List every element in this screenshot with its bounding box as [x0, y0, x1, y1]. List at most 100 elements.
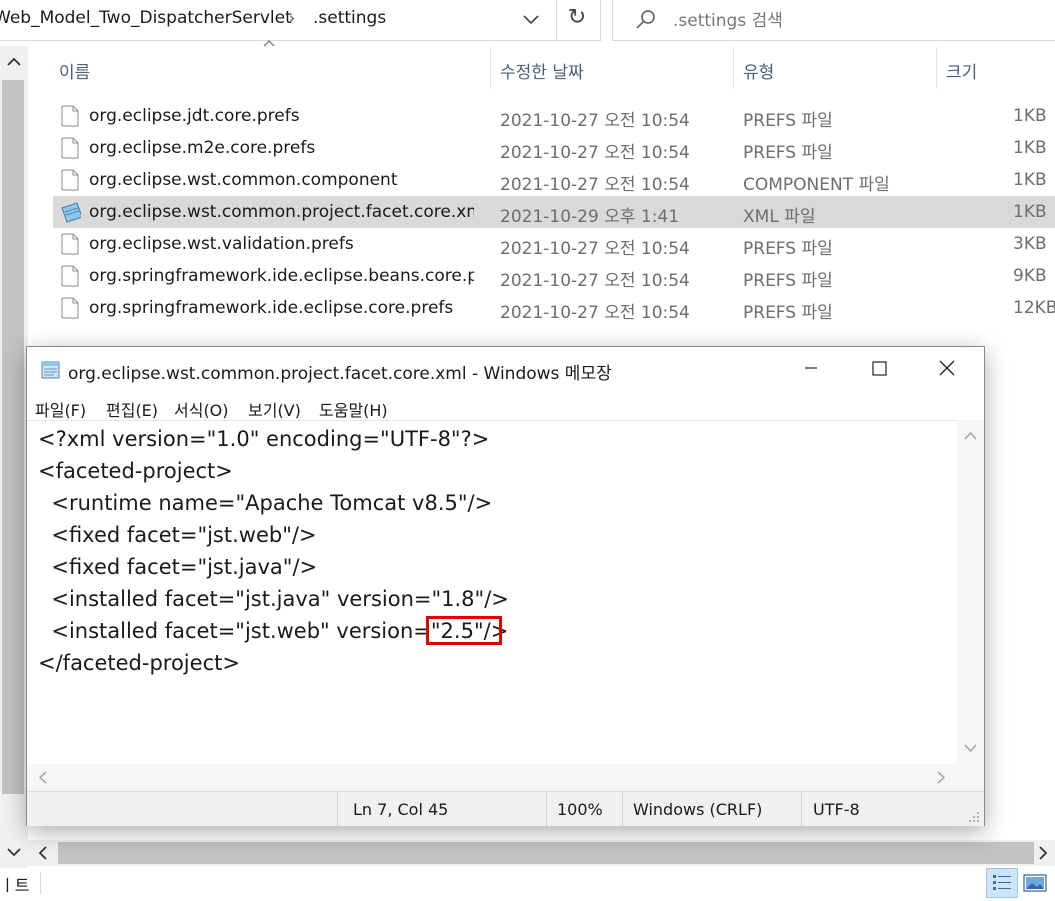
scroll-right-icon[interactable] — [929, 764, 953, 791]
minimize-button[interactable] — [777, 347, 845, 389]
scroll-right-icon[interactable] — [1034, 844, 1052, 862]
column-label: 이름 — [59, 63, 91, 83]
menu-view[interactable]: 보기(V) — [248, 397, 301, 421]
file-name: org.eclipse.wst.validation.prefs — [89, 234, 354, 254]
address-folder[interactable]: .settings — [313, 8, 386, 28]
file-row[interactable]: org.springframework.ide.eclipse.core.pre… — [53, 292, 1055, 324]
scrollbar-thumb[interactable] — [2, 80, 24, 794]
close-button[interactable] — [913, 347, 981, 389]
file-modified: 2021-10-27 오전 10:54 — [500, 143, 690, 163]
file-row[interactable]: org.eclipse.wst.common.component 2021-10-… — [53, 164, 1055, 196]
text-line: <fixed facet="jst.java"/> — [38, 555, 318, 579]
search-input[interactable] — [671, 6, 1045, 36]
file-name: org.eclipse.m2e.core.prefs — [89, 138, 316, 158]
column-label: 수정한 날짜 — [500, 63, 584, 83]
text-editor[interactable]: <?xml version="1.0" encoding="UTF-8"?> <… — [27, 420, 957, 765]
file-row[interactable]: org.eclipse.wst.validation.prefs 2021-10-… — [53, 228, 1055, 260]
notepad-icon — [41, 361, 60, 379]
address-path[interactable]: Web_Model_Two_DispatcherServlet — [0, 8, 292, 28]
resize-grip-icon[interactable] — [967, 810, 981, 824]
menu-format[interactable]: 서식(O) — [174, 397, 229, 421]
menu-help[interactable]: 도움말(H) — [319, 397, 388, 421]
file-row[interactable]: org.eclipse.m2e.core.prefs 2021-10-27 오전 … — [53, 132, 1055, 164]
file-modified: 2021-10-27 오전 10:54 — [500, 271, 690, 291]
file-icon — [61, 169, 79, 191]
text-line: <runtime name="Apache Tomcat v8.5"/> — [38, 491, 493, 515]
file-type: PREFS 파일 — [743, 143, 833, 163]
column-label: 유형 — [743, 63, 775, 83]
notepad-status-bar: Ln 7, Col 45 100% Windows (CRLF) UTF-8 — [27, 791, 984, 826]
divider — [546, 792, 547, 826]
file-modified: 2021-10-27 오전 10:54 — [500, 239, 690, 259]
search-icon — [636, 10, 655, 29]
encoding: UTF-8 — [813, 800, 860, 819]
column-header-type[interactable]: 유형 — [734, 47, 936, 89]
file-modified: 2021-10-27 오전 10:54 — [500, 111, 690, 131]
scroll-up-icon[interactable] — [4, 52, 24, 72]
text-line: <?xml version="1.0" encoding="UTF-8"?> — [38, 427, 490, 451]
column-header-size[interactable]: 크기 — [937, 47, 1055, 89]
vertical-scrollbar[interactable] — [0, 46, 28, 868]
breadcrumb-separator-icon[interactable]: › — [289, 9, 295, 27]
file-type: XML 파일 — [743, 207, 816, 227]
zoom-level: 100% — [557, 800, 603, 819]
maximize-button[interactable] — [845, 347, 913, 389]
chevron-down-icon[interactable] — [516, 6, 546, 34]
file-name: org.springframework.ide.eclipse.beans.co… — [89, 266, 474, 286]
file-icon — [61, 265, 79, 287]
editor-horizontal-scrollbar[interactable] — [27, 764, 957, 791]
scrollbar-thumb[interactable] — [58, 842, 1034, 864]
file-modified: 2021-10-27 오전 10:54 — [500, 175, 690, 195]
minimize-icon — [805, 367, 817, 369]
horizontal-scrollbar[interactable] — [28, 840, 1055, 866]
refresh-icon[interactable]: ↻ — [562, 3, 592, 33]
file-size: 12KB — [1013, 298, 1055, 318]
menu-edit[interactable]: 편집(E) — [106, 397, 158, 421]
text-line: <installed facet="jst.java" version="1.8… — [38, 587, 509, 611]
details-view-button[interactable] — [986, 868, 1018, 898]
cursor-position: Ln 7, Col 45 — [353, 800, 449, 819]
menu-bar: 파일(F) 편집(E) 서식(O) 보기(V) 도움말(H) — [27, 389, 984, 421]
file-row[interactable]: org.eclipse.jdt.core.prefs 2021-10-27 오전 … — [53, 100, 1055, 132]
editor-vertical-scrollbar[interactable] — [957, 420, 984, 764]
menu-file[interactable]: 파일(F) — [35, 397, 86, 421]
scroll-left-icon[interactable] — [34, 844, 52, 862]
file-name: org.springframework.ide.eclipse.core.pre… — [89, 298, 454, 318]
line-ending: Windows (CRLF) — [633, 800, 763, 819]
large-icons-view-icon[interactable] — [1022, 872, 1048, 894]
file-name: org.eclipse.wst.common.project.facet.cor… — [89, 202, 474, 222]
file-icon — [61, 297, 79, 319]
scroll-down-icon[interactable] — [4, 842, 24, 862]
scroll-down-icon[interactable] — [957, 736, 984, 760]
file-size: 1KB — [1013, 170, 1047, 190]
close-icon — [939, 360, 955, 376]
scroll-left-icon[interactable] — [31, 764, 55, 791]
file-size: 9KB — [1013, 266, 1047, 286]
search-box[interactable] — [612, 0, 1055, 41]
file-size: 1KB — [1013, 138, 1047, 158]
file-icon — [61, 233, 79, 255]
text-line: <fixed facet="jst.web"/> — [38, 523, 317, 547]
file-type: PREFS 파일 — [743, 303, 833, 323]
file-modified: 2021-10-29 오후 1:41 — [500, 207, 680, 227]
title-bar[interactable]: org.eclipse.wst.common.project.facet.cor… — [27, 347, 984, 389]
column-header-modified[interactable]: 수정한 날짜 — [491, 47, 733, 89]
file-icon — [61, 105, 79, 127]
file-row[interactable]: org.eclipse.wst.common.project.facet.cor… — [53, 196, 1055, 228]
divider — [556, 0, 557, 40]
file-size: 3KB — [1013, 234, 1047, 254]
notepad-window[interactable]: org.eclipse.wst.common.project.facet.cor… — [26, 346, 985, 826]
address-bar[interactable]: Web_Model_Two_DispatcherServlet › .setti… — [0, 0, 601, 41]
file-row[interactable]: org.springframework.ide.eclipse.beans.co… — [53, 260, 1055, 292]
column-header-name[interactable]: 이름 — [53, 47, 490, 89]
file-modified: 2021-10-27 오전 10:54 — [500, 303, 690, 323]
divider — [801, 792, 802, 826]
file-type: COMPONENT 파일 — [743, 175, 890, 195]
file-name: org.eclipse.jdt.core.prefs — [89, 106, 300, 126]
file-type: PREFS 파일 — [743, 111, 833, 131]
scroll-up-icon[interactable] — [957, 424, 984, 448]
text-line: </faceted-project> — [38, 651, 240, 675]
file-type: PREFS 파일 — [743, 271, 833, 291]
maximize-icon — [872, 361, 887, 376]
file-name: org.eclipse.wst.common.component — [89, 170, 398, 190]
